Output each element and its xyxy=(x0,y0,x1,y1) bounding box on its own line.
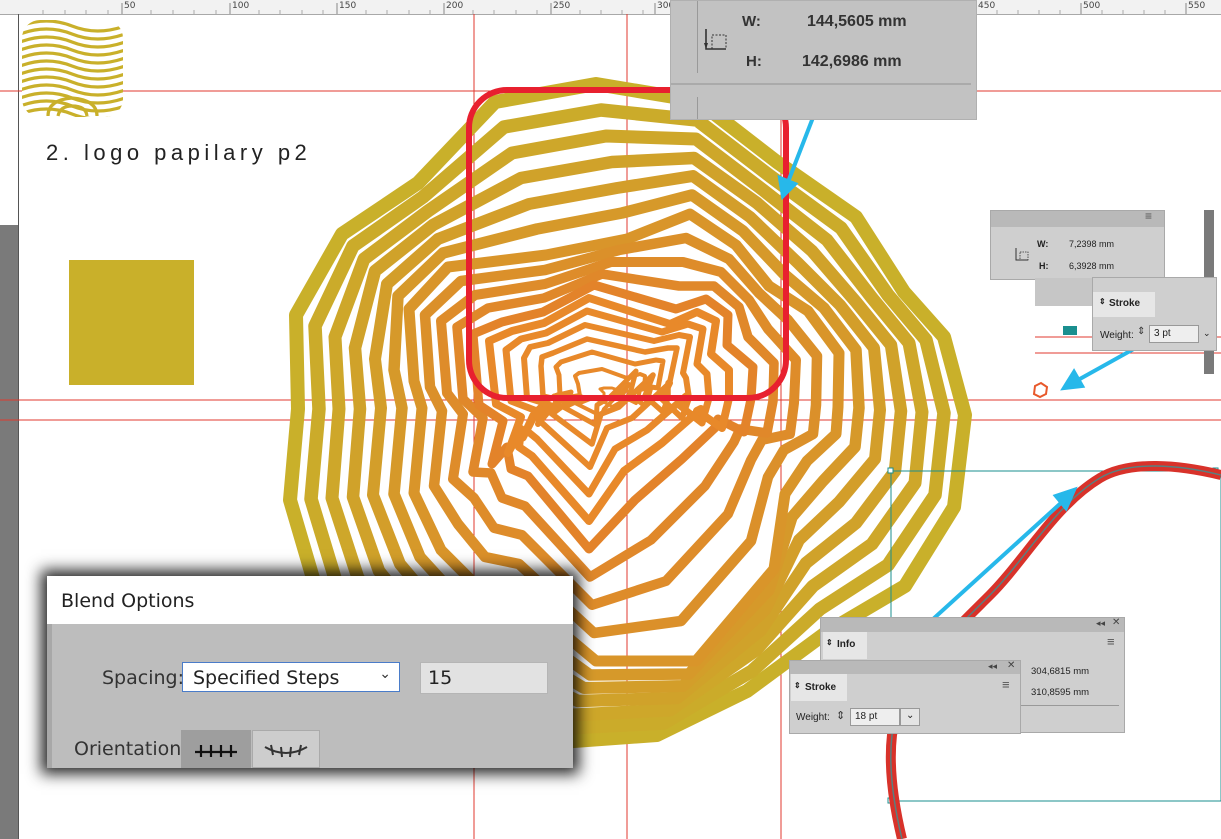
spacing-select-value: Specified Steps xyxy=(193,667,340,689)
close-icon[interactable]: ✕ xyxy=(1112,617,1120,628)
orientation-align-path-button[interactable] xyxy=(252,730,320,768)
dimension-icon xyxy=(1015,248,1029,261)
chevron-down-icon: ⌄ xyxy=(379,666,391,682)
weight-label: Weight: xyxy=(1100,330,1134,341)
steps-input[interactable]: 15 xyxy=(420,662,548,694)
info-width-value: 304,6815 mm xyxy=(1031,666,1090,677)
orange-hex-object xyxy=(1032,381,1049,399)
width-label: W: xyxy=(1037,239,1049,249)
collapse-icon[interactable]: ◂◂ xyxy=(988,661,997,672)
blend-options-dialog: Blend Options Spacing: Specified Steps ⌄… xyxy=(47,576,573,768)
teal-object xyxy=(1063,326,1077,335)
height-label: H: xyxy=(746,53,762,70)
width-label: W: xyxy=(742,13,761,30)
stepper-icon[interactable]: ⇕ xyxy=(1137,326,1145,337)
dimension-icon xyxy=(704,29,727,50)
mini-logo xyxy=(22,20,123,117)
tab-stroke[interactable]: ⇕ Stroke xyxy=(1093,292,1155,317)
width-value: 144,5605 mm xyxy=(807,13,907,30)
transform-panel[interactable]: ≡ W: 7,2398 mm H: 6,3928 mm xyxy=(990,209,1165,280)
height-value: 142,6986 mm xyxy=(802,53,902,70)
gold-swatch xyxy=(69,260,194,385)
height-value: 6,3928 mm xyxy=(1069,261,1115,271)
height-label: H: xyxy=(1039,261,1049,271)
weight-label: Weight: xyxy=(796,712,830,723)
close-icon[interactable]: ✕ xyxy=(1007,660,1015,671)
width-value: 7,2398 mm xyxy=(1069,239,1115,249)
collapse-icon: ⇕ xyxy=(794,681,801,690)
orientation-align-page-icon xyxy=(195,745,237,757)
spacing-label: Spacing: xyxy=(102,667,184,689)
collapse-icon: ⇕ xyxy=(1099,297,1106,306)
weight-input[interactable]: 3 pt xyxy=(1149,325,1199,343)
stroke-panel[interactable]: ◂◂ ✕ ⇕ Stroke ≡ Weight: ⇕ 18 pt ⌄ xyxy=(789,660,1021,734)
chevron-down-icon[interactable]: ⌄ xyxy=(900,708,920,726)
spacing-select[interactable]: Specified Steps ⌄ xyxy=(182,662,400,692)
dimensions-callout-panel: W: 144,5605 mm H: 142,6986 mm xyxy=(670,0,977,120)
chevron-down-icon[interactable]: ⌄ xyxy=(1203,328,1211,339)
orientation-align-path-icon xyxy=(264,744,308,758)
dialog-header: Blend Options xyxy=(47,576,573,624)
weight-input[interactable]: 18 pt xyxy=(850,708,900,726)
tab-stroke[interactable]: ⇕ Stroke xyxy=(791,674,847,701)
orientation-align-page-button[interactable] xyxy=(181,730,251,768)
panel-menu-icon[interactable]: ≡ xyxy=(1002,677,1010,692)
orientation-label: Orientation: xyxy=(74,738,188,760)
stepper-icon[interactable]: ⇕ xyxy=(836,709,845,722)
collapse-icon[interactable]: ◂◂ xyxy=(1096,618,1105,629)
tab-info[interactable]: ⇕ Info xyxy=(823,632,867,659)
stroke-panel-small[interactable]: ⇕ Stroke Weight: ⇕ 3 pt ⌄ xyxy=(1092,277,1217,351)
info-height-value: 310,8595 mm xyxy=(1031,687,1090,698)
panel-menu-icon[interactable]: ≡ xyxy=(1107,634,1115,649)
document-title: 2. logo papilary p2 xyxy=(46,140,312,165)
panel-menu-icon[interactable]: ≡ xyxy=(1145,209,1152,223)
dialog-title: Blend Options xyxy=(61,590,195,612)
collapse-icon: ⇕ xyxy=(826,638,833,647)
